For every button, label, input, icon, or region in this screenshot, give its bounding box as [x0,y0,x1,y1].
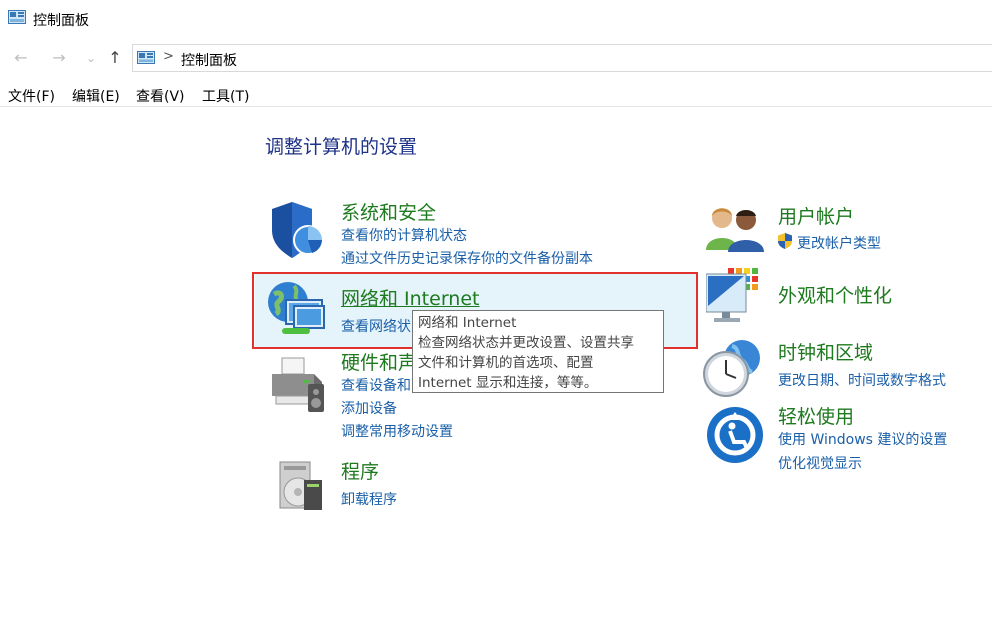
link-mobility-settings[interactable]: 调整常用移动设置 [341,421,453,441]
link-file-history-backup[interactable]: 通过文件历史记录保存你的文件备份副本 [341,248,593,268]
menu-edit[interactable]: 编辑(E) [72,86,120,106]
control-panel-icon [137,51,155,64]
menu-file[interactable]: 文件(F) [8,86,55,106]
ease-of-access-icon[interactable] [706,406,764,464]
tooltip-line: 文件和计算机的首选项、配置 [418,355,594,371]
menu-bar: 文件(F) 编辑(E) 查看(V) 工具(T) [0,84,992,107]
address-bar[interactable]: > 控制面板 [132,44,992,72]
control-panel-icon [8,10,26,24]
category-clock-region[interactable]: 时钟和区域 [778,338,873,365]
network-tooltip: 网络和 Internet 检查网络状态并更改设置、设置共享 文件和计算机的首选项… [412,310,664,393]
link-add-device[interactable]: 添加设备 [341,398,397,418]
window-title: 控制面板 [33,13,89,29]
appearance-monitor-icon[interactable] [706,266,766,324]
title-bar: 控制面板 [0,0,992,38]
link-uninstall-program[interactable]: 卸载程序 [341,489,397,509]
category-user-accounts[interactable]: 用户帐户 [778,202,854,229]
up-arrow-icon[interactable]: ↑ [104,48,126,68]
user-accounts-icon[interactable] [706,204,764,252]
programs-icon[interactable] [272,458,328,514]
link-change-date-time-format[interactable]: 更改日期、时间或数字格式 [778,370,946,390]
menu-tools[interactable]: 工具(T) [202,86,249,106]
security-shield-icon[interactable] [268,200,326,260]
breadcrumb-control-panel[interactable]: 控制面板 [181,50,237,70]
printer-icon[interactable] [268,356,328,414]
page-heading: 调整计算机的设置 [265,136,418,158]
link-view-devices-printers[interactable]: 查看设备和 [341,375,411,395]
link-windows-recommended-settings[interactable]: 使用 Windows 建议的设置 [778,429,947,449]
clock-globe-icon[interactable] [702,338,764,398]
menu-view[interactable]: 查看(V) [136,86,185,106]
category-programs[interactable]: 程序 [341,457,379,484]
tooltip-line: 网络和 Internet [418,315,517,331]
link-change-account-type[interactable]: 更改帐户类型 [797,233,881,253]
breadcrumb-separator-icon[interactable]: > [163,49,174,64]
category-system-security[interactable]: 系统和安全 [341,198,436,225]
link-optimize-visual-display[interactable]: 优化视觉显示 [778,453,862,473]
tooltip-line: 检查网络状态并更改设置、设置共享 [418,335,634,351]
recent-locations-chevron-icon[interactable]: ⌄ [80,48,102,68]
category-appearance[interactable]: 外观和个性化 [778,281,892,308]
forward-arrow-icon[interactable]: → [48,48,70,68]
category-ease-of-access[interactable]: 轻松使用 [778,402,854,429]
address-row: ← → ⌄ ↑ > 控制面板 [0,42,992,74]
tooltip-line: Internet 显示和连接，等等。 [418,375,598,391]
category-hardware-sound[interactable]: 硬件和声 [341,348,417,375]
link-view-computer-status[interactable]: 查看你的计算机状态 [341,225,467,245]
back-arrow-icon[interactable]: ← [10,48,32,68]
uac-shield-icon [778,233,792,249]
